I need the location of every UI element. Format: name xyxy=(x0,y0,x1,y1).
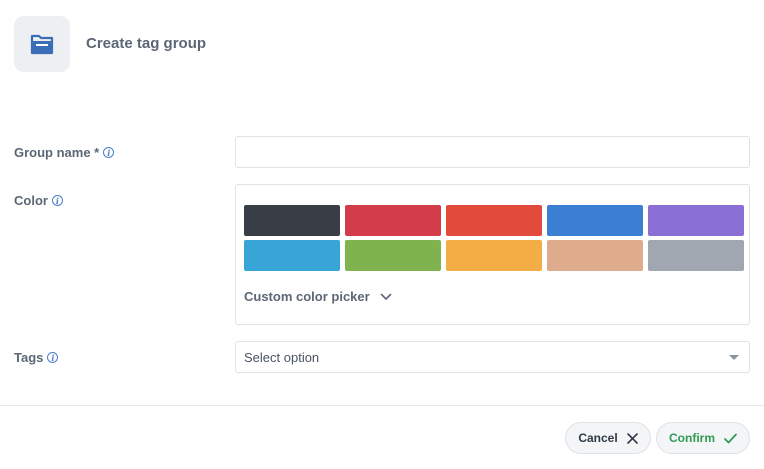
color-swatch-sky-blue[interactable] xyxy=(244,240,340,271)
caret-down-icon xyxy=(729,354,739,360)
info-icon[interactable]: i xyxy=(103,147,115,158)
color-label-text: Color xyxy=(14,193,48,208)
folder-icon xyxy=(30,34,54,55)
color-swatch-tan[interactable] xyxy=(547,240,643,271)
info-icon[interactable]: i xyxy=(47,352,59,363)
header-icon-container xyxy=(14,16,70,72)
color-swatch-red[interactable] xyxy=(345,205,441,236)
color-swatch-gray[interactable] xyxy=(648,240,744,271)
dialog-title: Create tag group xyxy=(86,35,207,52)
color-swatch-orange-red[interactable] xyxy=(446,205,542,236)
group-name-label-text: Group name * xyxy=(14,145,100,160)
tags-label-text: Tags xyxy=(14,350,44,365)
color-swatch-grid xyxy=(244,205,744,271)
tags-select-value: Select option xyxy=(244,349,320,365)
info-icon[interactable]: i xyxy=(51,195,63,206)
custom-color-picker-label: Custom color picker xyxy=(244,289,370,304)
color-swatch-amber[interactable] xyxy=(446,240,542,271)
color-swatch-blue[interactable] xyxy=(547,205,643,236)
tags-select[interactable]: Select option xyxy=(235,341,750,373)
confirm-button-label: Confirm xyxy=(669,431,715,445)
color-label: Color i xyxy=(14,193,63,208)
tags-label: Tags i xyxy=(14,350,59,365)
chevron-down-icon xyxy=(380,293,392,300)
color-picker-panel: Custom color picker xyxy=(235,184,750,325)
color-swatch-purple[interactable] xyxy=(648,205,744,236)
custom-color-picker-toggle[interactable]: Custom color picker xyxy=(244,289,392,304)
group-name-label: Group name * i xyxy=(14,145,115,160)
close-icon xyxy=(626,432,638,444)
check-icon xyxy=(724,433,737,443)
cancel-button[interactable]: Cancel xyxy=(565,422,651,454)
color-swatch-green[interactable] xyxy=(345,240,441,271)
footer-divider xyxy=(0,405,764,406)
group-name-input[interactable] xyxy=(235,136,750,168)
color-swatch-charcoal[interactable] xyxy=(244,205,340,236)
confirm-button[interactable]: Confirm xyxy=(656,422,750,454)
cancel-button-label: Cancel xyxy=(578,431,618,445)
